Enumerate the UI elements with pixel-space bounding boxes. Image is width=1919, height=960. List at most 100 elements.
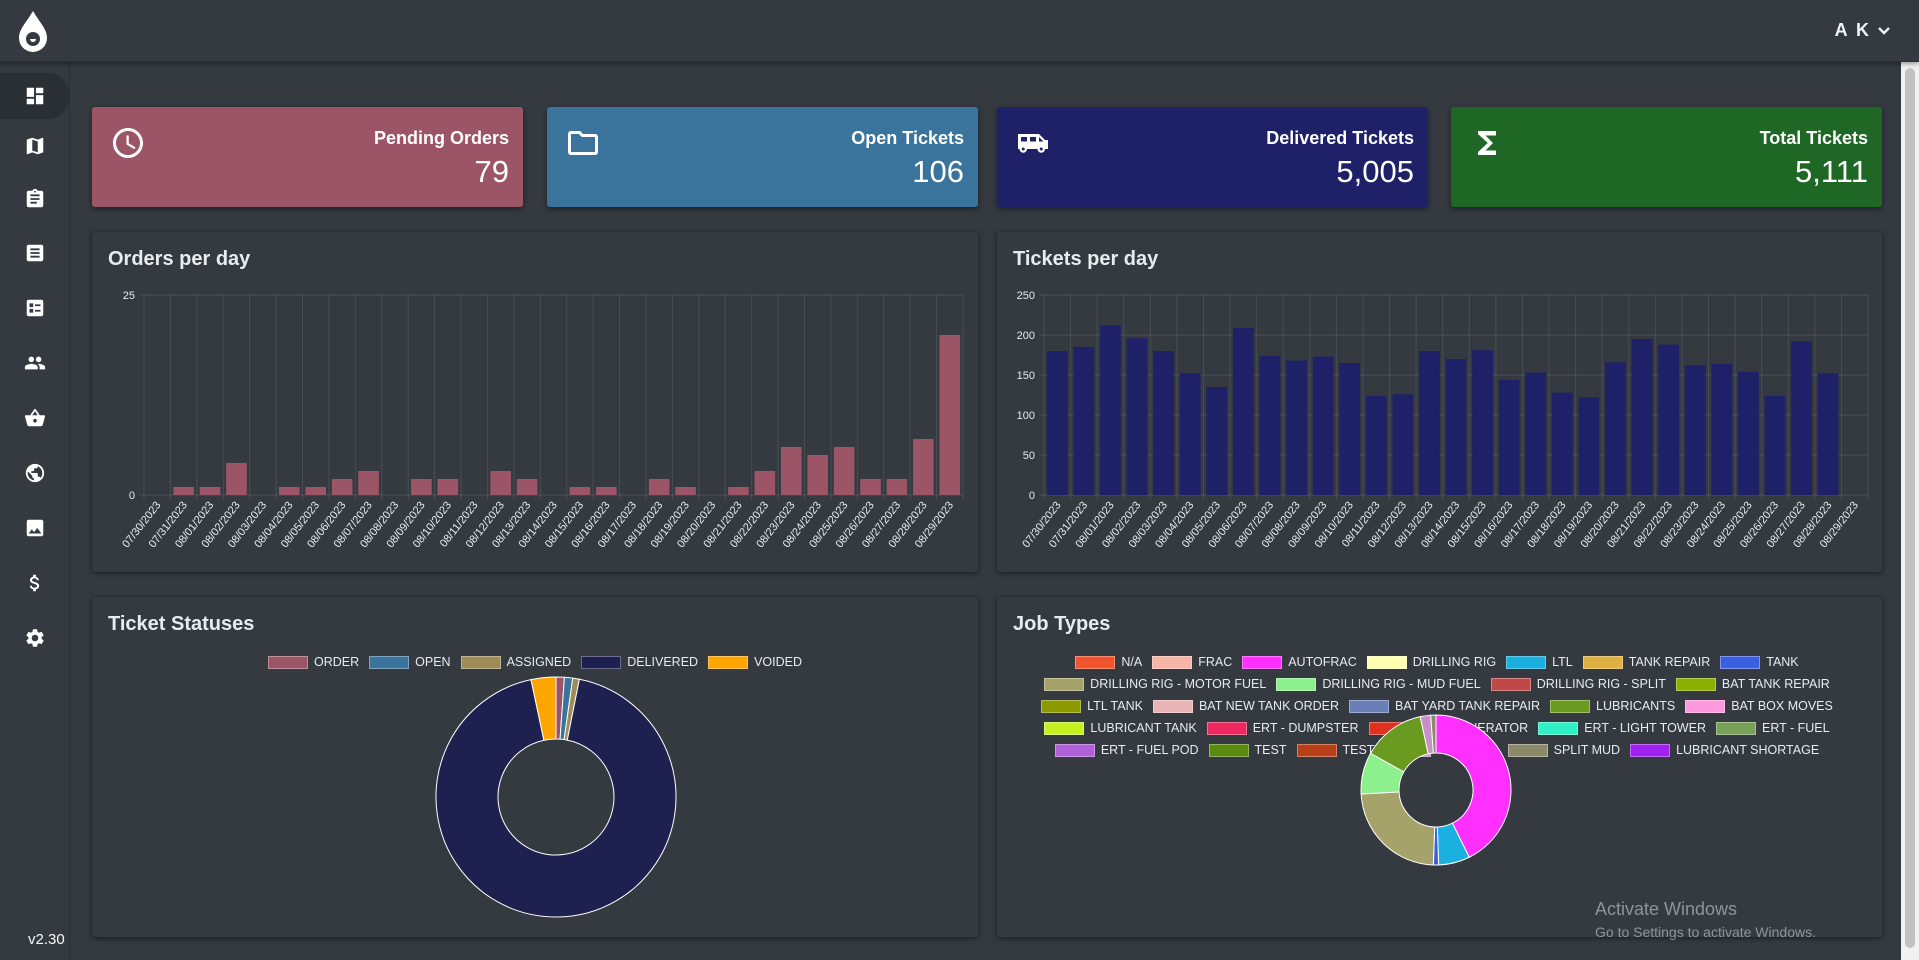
bar[interactable] [1206,387,1228,495]
bar[interactable] [1684,365,1706,495]
bar[interactable] [1232,327,1254,495]
donut-slice[interactable] [1360,791,1436,866]
page-scrollbar[interactable] [1901,62,1919,960]
bar[interactable] [1286,360,1307,495]
bar[interactable] [358,471,379,495]
bar[interactable] [1578,397,1600,495]
stat-card-open-tickets[interactable]: Open Tickets 106 [547,107,978,207]
stat-card-delivered-tickets[interactable]: Delivered Tickets 5,005 [997,107,1428,207]
bar[interactable] [1100,325,1121,495]
bar[interactable] [1738,371,1759,495]
sidebar-item-products[interactable] [0,395,70,441]
bar[interactable] [1445,359,1467,495]
job-types-chart [1360,714,1512,866]
map-icon [26,137,44,155]
bar[interactable] [1658,344,1680,495]
bar[interactable] [807,455,828,495]
bar[interactable] [1073,347,1095,495]
bar[interactable] [648,479,670,495]
bar[interactable] [437,479,459,495]
stat-value: 5,111 [1795,154,1868,189]
sidebar-item-map[interactable] [0,123,70,169]
watermark-title: Activate Windows [1595,899,1738,919]
bar[interactable] [490,471,511,495]
logo-drop-icon[interactable] [14,9,52,53]
bar[interactable] [728,487,749,495]
bar[interactable] [754,471,776,495]
stat-card-pending-orders[interactable]: Pending Orders 79 [92,107,523,207]
stat-value: 106 [912,154,964,189]
bar[interactable] [1764,395,1786,495]
bar[interactable] [1179,373,1201,495]
clipboard-icon [26,188,44,208]
bar[interactable] [199,487,221,495]
dashboard-icon [26,87,44,105]
y-tick-label: 0 [1029,490,1035,502]
bar[interactable] [226,463,247,495]
sidebar-item-assignments[interactable] [0,176,70,222]
stat-label: Open Tickets [851,128,964,148]
tickets-per-day-chart: 05010015020025007/30/202307/31/202308/01… [1017,290,1869,550]
sidebar-item-tickets[interactable] [0,230,70,276]
bar[interactable] [675,487,696,495]
bar[interactable] [913,439,934,495]
bar[interactable] [331,479,353,495]
basket-icon [24,408,46,427]
bar[interactable] [1551,392,1573,495]
stat-label: Total Tickets [1759,128,1868,148]
y-tick-label: 0 [129,490,135,502]
bar[interactable] [860,479,881,495]
bar[interactable] [1312,356,1334,495]
checklist-icon [26,299,44,317]
ticket-statuses-chart [435,676,677,918]
bar[interactable] [1631,339,1653,495]
sidebar-item-dashboard[interactable] [0,73,70,119]
bar[interactable] [1711,363,1733,495]
bar[interactable] [1365,395,1387,495]
bar[interactable] [1419,351,1440,495]
orders-per-day-chart: 02507/30/202307/31/202308/01/202308/02/2… [120,290,964,550]
main-content: Pending Orders 79 Open Tickets 106 Deliv… [71,62,1901,960]
top-bar: A K [0,0,1919,62]
sidebar-item-reports[interactable] [0,285,70,331]
tickets-per-day-panel: Tickets per day 0 50 100 150 200 250 07/30/202… [997,232,1882,572]
bar[interactable] [1605,362,1626,495]
sidebar-item-billing[interactable] [0,560,70,606]
bar[interactable] [279,487,300,495]
bar[interactable] [596,487,617,495]
sidebar-item-settings[interactable] [0,615,70,661]
orders-per-day-panel: Orders per day 0 25 07/30/2023 07/31/2023 08… [92,232,978,572]
bar[interactable] [1498,379,1520,495]
van-icon [1018,134,1048,153]
sidebar-item-users[interactable] [0,340,70,386]
bar[interactable] [569,487,591,495]
clock-icon [113,128,143,158]
user-menu[interactable]: A K [1835,20,1891,41]
bar[interactable] [833,447,855,495]
stat-card-total-tickets[interactable]: Total Tickets 5,111 [1451,107,1882,207]
bar[interactable] [1817,373,1839,495]
bar[interactable] [1525,372,1547,495]
list-icon [26,244,44,262]
sidebar-item-customers[interactable] [0,450,70,496]
bar[interactable] [780,447,802,495]
stat-value: 5,005 [1336,154,1414,189]
bar[interactable] [1259,355,1281,495]
bar[interactable] [1791,341,1812,495]
bar[interactable] [886,479,908,495]
bar[interactable] [1392,394,1414,495]
bar[interactable] [516,479,538,495]
bar[interactable] [1472,350,1493,495]
bar[interactable] [939,335,961,495]
sigma-icon [1478,131,1496,155]
bar[interactable] [1339,363,1361,495]
sidebar-item-images[interactable] [0,505,70,551]
y-tick-label: 50 [1023,450,1035,462]
bar[interactable] [1046,351,1068,495]
scrollbar-thumb[interactable] [1905,68,1915,948]
bar[interactable] [411,479,432,495]
bar[interactable] [173,487,194,495]
bar[interactable] [305,487,327,495]
bar[interactable] [1126,338,1148,495]
bar[interactable] [1153,351,1174,495]
